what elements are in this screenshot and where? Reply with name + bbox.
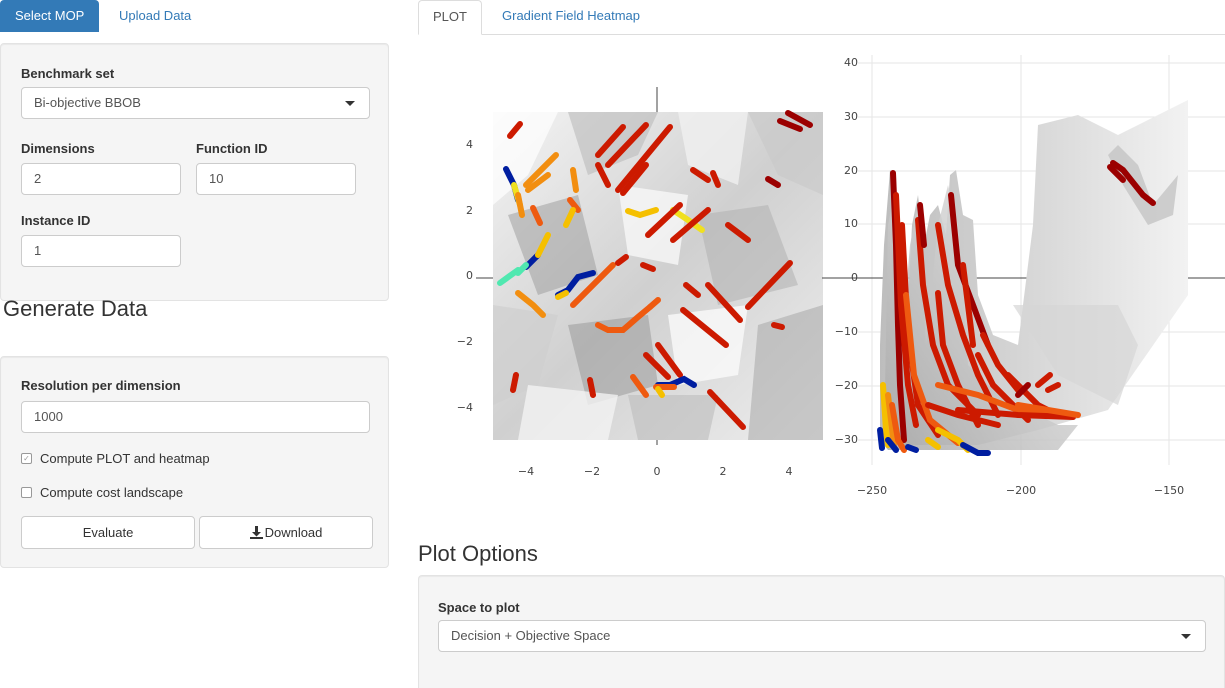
objective-space-plot: 40 30 20 10 0 −10 −20 −30 −250 −200 −150 xyxy=(822,55,1225,497)
y-tick-label: −10 xyxy=(835,325,858,338)
y-tick-label: −20 xyxy=(835,379,858,392)
function-id-label: Function ID xyxy=(196,141,268,156)
y-tick-label: 0 xyxy=(851,271,858,284)
chevron-down-icon xyxy=(1181,634,1191,639)
x-tick-label: −250 xyxy=(857,484,887,497)
function-id-input[interactable]: 10 xyxy=(196,163,356,195)
plot-options-panel: Space to plot Decision + Objective Space xyxy=(418,575,1225,688)
x-tick-label: −4 xyxy=(518,465,534,478)
chevron-down-icon xyxy=(345,101,355,106)
space-to-plot-value: Decision + Objective Space xyxy=(451,628,611,643)
left-tabs: Select MOP Upload Data xyxy=(0,0,389,32)
x-tick-label: 4 xyxy=(786,465,793,478)
benchmark-select[interactable]: Bi-objective BBOB xyxy=(21,87,370,119)
compute-cost-checkbox[interactable]: Compute cost landscape xyxy=(21,485,183,500)
tab-gradient-heatmap[interactable]: Gradient Field Heatmap xyxy=(488,0,654,35)
dimensions-input[interactable]: 2 xyxy=(21,163,181,195)
y-tick-label: −4 xyxy=(457,401,473,414)
generate-data-heading: Generate Data xyxy=(3,296,148,321)
download-icon xyxy=(249,526,263,539)
y-tick-label: 2 xyxy=(466,204,473,217)
x-tick-label: −150 xyxy=(1154,484,1184,497)
checkbox-icon xyxy=(21,487,32,498)
resolution-input[interactable]: 1000 xyxy=(21,401,370,433)
dimensions-label: Dimensions xyxy=(21,141,95,156)
instance-id-label: Instance ID xyxy=(21,213,91,228)
benchmark-label: Benchmark set xyxy=(21,66,115,81)
tab-upload-data[interactable]: Upload Data xyxy=(104,0,206,32)
checkmark-icon: ✓ xyxy=(21,453,32,464)
y-tick-label: 4 xyxy=(466,138,473,151)
space-to-plot-label: Space to plot xyxy=(438,600,520,615)
compute-plot-checkbox[interactable]: ✓ Compute PLOT and heatmap xyxy=(21,451,210,466)
benchmark-value: Bi-objective BBOB xyxy=(34,95,141,110)
y-tick-label: −30 xyxy=(835,433,858,446)
download-button[interactable]: Download xyxy=(199,516,373,549)
x-tick-label: −2 xyxy=(584,465,600,478)
evaluate-button[interactable]: Evaluate xyxy=(21,516,195,549)
x-tick-label: 0 xyxy=(654,465,661,478)
y-tick-label: 20 xyxy=(844,164,858,177)
mop-settings-panel: Benchmark set Bi-objective BBOB Dimensio… xyxy=(0,43,389,301)
compute-plot-label: Compute PLOT and heatmap xyxy=(40,451,210,466)
plot-tabs: PLOT Gradient Field Heatmap xyxy=(418,0,1225,35)
objective-y-ticks: 40 30 20 10 0 −10 −20 −30 xyxy=(835,56,858,446)
y-tick-label: 0 xyxy=(466,269,473,282)
compute-cost-label: Compute cost landscape xyxy=(40,485,184,500)
plot-figure: 4 2 0 −2 −4 −4 −2 0 2 4 40 30 20 10 0 −1… xyxy=(457,55,1225,497)
space-to-plot-select[interactable]: Decision + Objective Space xyxy=(438,620,1206,652)
resolution-label: Resolution per dimension xyxy=(21,378,181,393)
y-tick-label: 40 xyxy=(844,56,858,69)
x-tick-label: −200 xyxy=(1006,484,1036,497)
y-tick-label: −2 xyxy=(457,335,473,348)
tab-plot[interactable]: PLOT xyxy=(418,0,482,35)
tab-select-mop[interactable]: Select MOP xyxy=(0,0,100,32)
decision-x-ticks: −4 −2 0 2 4 xyxy=(518,465,793,478)
objective-x-ticks: −250 −200 −150 xyxy=(857,484,1184,497)
instance-id-input[interactable]: 1 xyxy=(21,235,181,267)
plot-options-heading: Plot Options xyxy=(418,541,538,566)
decision-space-plot: 4 2 0 −2 −4 −4 −2 0 2 4 xyxy=(457,87,828,478)
x-tick-label: 2 xyxy=(720,465,727,478)
decision-y-ticks: 4 2 0 −2 −4 xyxy=(457,138,473,414)
generate-panel: Resolution per dimension 1000 ✓ Compute … xyxy=(0,356,389,568)
y-tick-label: 30 xyxy=(844,110,858,123)
y-tick-label: 10 xyxy=(844,217,858,230)
download-label: Download xyxy=(264,525,323,540)
